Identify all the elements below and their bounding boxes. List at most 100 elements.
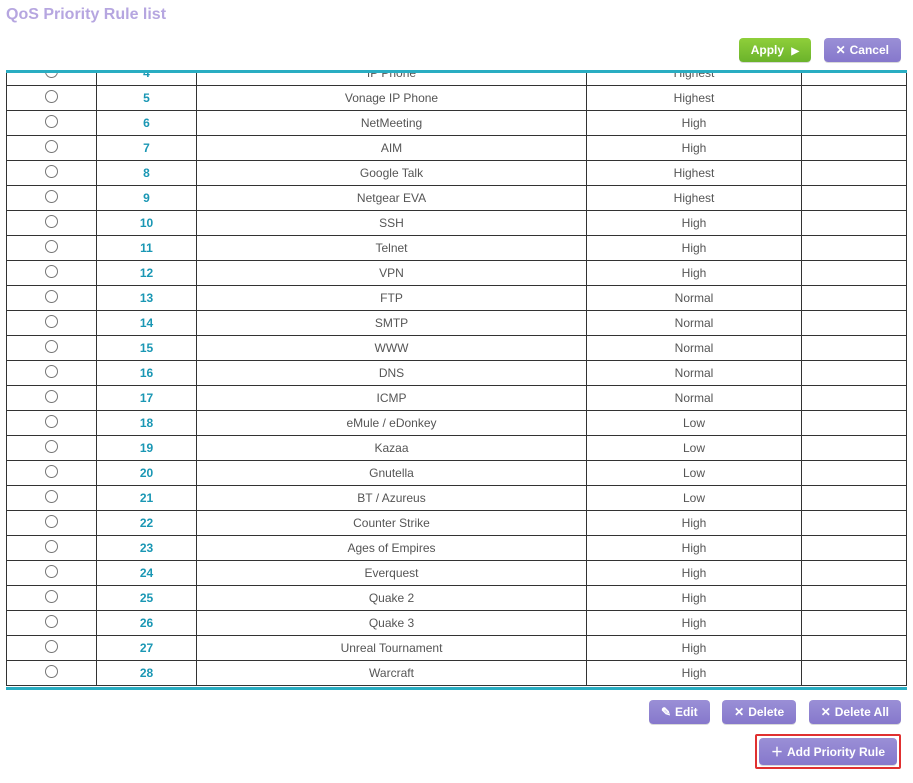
rule-select-cell xyxy=(7,336,97,361)
rule-select-cell xyxy=(7,236,97,261)
rule-select-radio[interactable] xyxy=(45,215,58,228)
rule-select-radio[interactable] xyxy=(45,70,58,78)
rule-select-cell xyxy=(7,536,97,561)
rule-select-cell xyxy=(7,661,97,686)
rule-name: BT / Azureus xyxy=(197,486,587,511)
bottom-action-bar-2: ＋Add Priority Rule xyxy=(6,730,907,773)
rule-name: Kazaa xyxy=(197,436,587,461)
rule-priority: Highest xyxy=(587,86,802,111)
rule-select-cell xyxy=(7,461,97,486)
rule-blank-cell xyxy=(802,611,907,636)
rule-select-radio[interactable] xyxy=(45,490,58,503)
rule-select-radio[interactable] xyxy=(45,240,58,253)
apply-button[interactable]: Apply ▶ xyxy=(739,38,811,62)
rule-select-radio[interactable] xyxy=(45,590,58,603)
rule-blank-cell xyxy=(802,111,907,136)
rule-priority: High xyxy=(587,636,802,661)
rule-number: 16 xyxy=(97,361,197,386)
rule-select-radio[interactable] xyxy=(45,615,58,628)
rule-name: WWW xyxy=(197,336,587,361)
rule-select-cell xyxy=(7,161,97,186)
rule-select-radio[interactable] xyxy=(45,665,58,678)
rule-blank-cell xyxy=(802,161,907,186)
rule-name: eMule / eDonkey xyxy=(197,411,587,436)
rule-select-cell xyxy=(7,70,97,86)
rule-priority: High xyxy=(587,236,802,261)
rule-name: Warcraft xyxy=(197,661,587,686)
rule-blank-cell xyxy=(802,461,907,486)
rule-select-radio[interactable] xyxy=(45,165,58,178)
delete-all-label: Delete All xyxy=(835,705,889,719)
rule-priority: Normal xyxy=(587,361,802,386)
rule-select-cell xyxy=(7,111,97,136)
rule-select-radio[interactable] xyxy=(45,365,58,378)
rule-select-cell xyxy=(7,486,97,511)
rule-blank-cell xyxy=(802,361,907,386)
rule-select-cell xyxy=(7,586,97,611)
pencil-icon: ✎ xyxy=(661,705,671,719)
rule-blank-cell xyxy=(802,311,907,336)
table-row: 8Google TalkHighest xyxy=(7,161,907,186)
rule-blank-cell xyxy=(802,236,907,261)
rule-number: 23 xyxy=(97,536,197,561)
delete-button[interactable]: ✕Delete xyxy=(722,700,796,724)
rule-blank-cell xyxy=(802,86,907,111)
rule-blank-cell xyxy=(802,661,907,686)
rule-select-radio[interactable] xyxy=(45,340,58,353)
rule-name: Quake 2 xyxy=(197,586,587,611)
table-row: 15WWWNormal xyxy=(7,336,907,361)
close-icon: ✕ xyxy=(836,43,846,57)
table-row: 10SSHHigh xyxy=(7,211,907,236)
bottom-action-bar: ✎Edit ✕Delete ✕Delete All xyxy=(6,690,907,730)
rule-priority: High xyxy=(587,261,802,286)
rule-number: 19 xyxy=(97,436,197,461)
rule-number: 5 xyxy=(97,86,197,111)
rule-name: SMTP xyxy=(197,311,587,336)
rule-select-radio[interactable] xyxy=(45,465,58,478)
rule-select-radio[interactable] xyxy=(45,390,58,403)
rule-select-radio[interactable] xyxy=(45,640,58,653)
top-action-bar: Apply ▶ ✕Cancel xyxy=(6,34,907,70)
rule-name: FTP xyxy=(197,286,587,311)
cancel-button[interactable]: ✕Cancel xyxy=(824,38,901,62)
rule-number: 8 xyxy=(97,161,197,186)
rule-blank-cell xyxy=(802,511,907,536)
rule-select-radio[interactable] xyxy=(45,565,58,578)
delete-all-button[interactable]: ✕Delete All xyxy=(809,700,901,724)
rule-select-cell xyxy=(7,561,97,586)
rule-select-radio[interactable] xyxy=(45,265,58,278)
rule-select-radio[interactable] xyxy=(45,90,58,103)
add-priority-rule-button[interactable]: ＋Add Priority Rule xyxy=(759,738,897,765)
rules-table-viewport: 4IP PhoneHighest5Vonage IP PhoneHighest6… xyxy=(6,70,907,687)
rule-blank-cell xyxy=(802,286,907,311)
table-row: 27Unreal TournamentHigh xyxy=(7,636,907,661)
rule-number: 15 xyxy=(97,336,197,361)
rule-select-radio[interactable] xyxy=(45,190,58,203)
table-row: 16DNSNormal xyxy=(7,361,907,386)
rule-select-radio[interactable] xyxy=(45,540,58,553)
plus-icon: ＋ xyxy=(771,743,783,760)
edit-button[interactable]: ✎Edit xyxy=(649,700,710,724)
rule-select-cell xyxy=(7,411,97,436)
page-title: QoS Priority Rule list xyxy=(6,4,907,26)
rule-select-radio[interactable] xyxy=(45,140,58,153)
rule-name: DNS xyxy=(197,361,587,386)
rule-select-radio[interactable] xyxy=(45,290,58,303)
rule-number: 7 xyxy=(97,136,197,161)
rule-select-radio[interactable] xyxy=(45,440,58,453)
rule-blank-cell xyxy=(802,486,907,511)
rule-select-radio[interactable] xyxy=(45,415,58,428)
rule-name: Ages of Empires xyxy=(197,536,587,561)
rule-select-cell xyxy=(7,436,97,461)
rule-select-radio[interactable] xyxy=(45,315,58,328)
rule-select-radio[interactable] xyxy=(45,115,58,128)
rule-priority: Low xyxy=(587,486,802,511)
rule-number: 14 xyxy=(97,311,197,336)
rule-priority: Highest xyxy=(587,161,802,186)
rule-select-radio[interactable] xyxy=(45,515,58,528)
rule-name: NetMeeting xyxy=(197,111,587,136)
rule-priority: High xyxy=(587,211,802,236)
rule-select-cell xyxy=(7,211,97,236)
delete-label: Delete xyxy=(748,705,784,719)
table-row: 12VPNHigh xyxy=(7,261,907,286)
